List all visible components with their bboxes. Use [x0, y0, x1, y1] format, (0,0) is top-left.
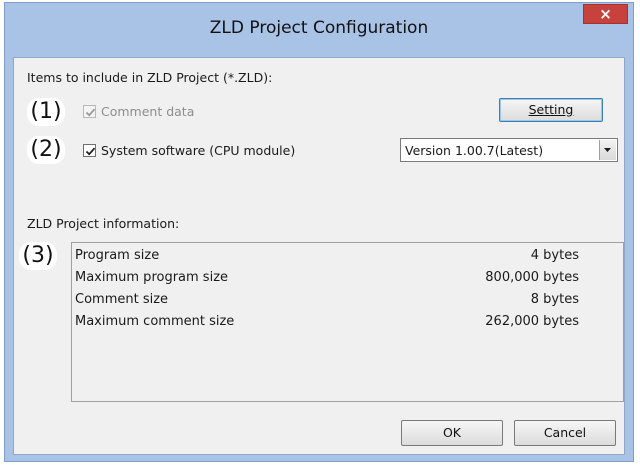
comment-data-checkbox[interactable] [83, 105, 96, 118]
items-heading: Items to include in ZLD Project (*.ZLD): [27, 70, 273, 85]
info-heading: ZLD Project information: [27, 216, 180, 231]
project-info-panel: Program size 4 bytes Maximum program siz… [71, 242, 624, 402]
info-row-value: 8 bytes [530, 292, 579, 307]
info-row-name: Comment size [75, 292, 169, 307]
info-row-name: Program size [75, 248, 160, 263]
info-row-value: 800,000 bytes [485, 270, 579, 285]
ok-button[interactable]: OK [401, 420, 503, 446]
info-row-value: 262,000 bytes [485, 314, 579, 329]
info-row-value: 4 bytes [530, 248, 579, 263]
version-dropdown[interactable]: Version 1.00.7(Latest) [400, 138, 618, 162]
cancel-button[interactable]: Cancel [514, 420, 616, 446]
dialog-client-area: Items to include in ZLD Project (*.ZLD):… [13, 57, 625, 455]
info-row: Maximum comment size 262,000 bytes [75, 314, 579, 334]
title-bar[interactable]: ZLD Project Configuration × [5, 3, 633, 57]
dialog-window: ZLD Project Configuration × Items to inc… [4, 2, 634, 462]
setting-button[interactable]: Setting [499, 98, 603, 122]
dialog-title: ZLD Project Configuration [209, 18, 429, 38]
info-row-name: Maximum comment size [75, 314, 235, 329]
version-dropdown-value: Version 1.00.7(Latest) [405, 143, 544, 158]
info-row: Maximum program size 800,000 bytes [75, 270, 579, 290]
close-button[interactable]: × [583, 4, 628, 24]
callout-2: (2) [27, 136, 65, 164]
info-row: Program size 4 bytes [75, 248, 579, 268]
comment-data-label: Comment data [101, 104, 195, 119]
info-row: Comment size 8 bytes [75, 292, 579, 312]
system-software-checkbox[interactable] [83, 144, 96, 157]
check-mark-icon [85, 108, 96, 117]
setting-button-label: Setting [528, 102, 574, 117]
chevron-down-icon[interactable] [599, 140, 616, 160]
system-software-label: System software (CPU module) [101, 143, 296, 158]
info-row-name: Maximum program size [75, 270, 229, 285]
callout-1: (1) [27, 98, 65, 126]
callout-3: (3) [19, 242, 57, 270]
check-mark-icon [85, 147, 96, 156]
